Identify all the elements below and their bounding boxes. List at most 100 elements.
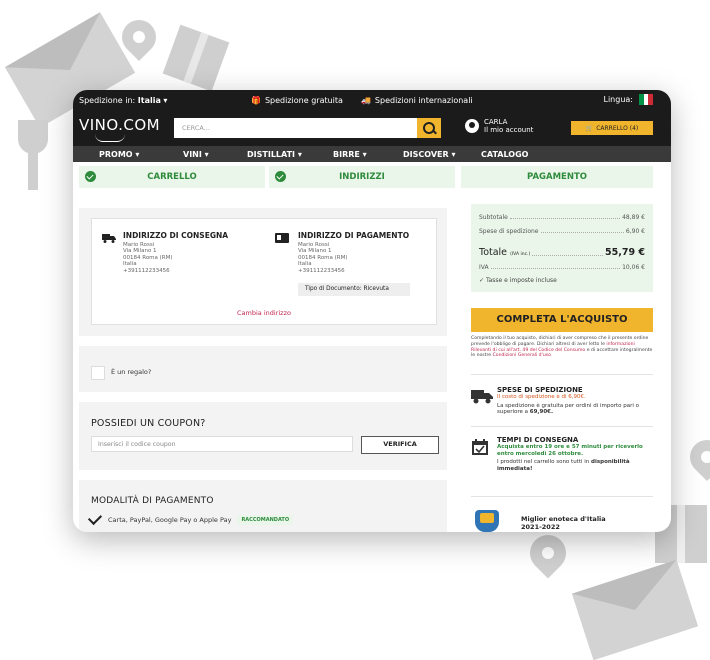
shipping-value: 6,90 €: [625, 228, 645, 235]
chevron-down-icon: ▾: [135, 149, 140, 159]
total-note: (IVA inc.): [510, 252, 531, 257]
billing-address-title: INDIRIZZO DI PAGAMENTO: [298, 231, 410, 240]
gift-checkbox[interactable]: [91, 366, 105, 380]
envelope-decoration: [571, 559, 699, 660]
truck-icon: 🚚: [360, 95, 371, 105]
nav-item-distillati[interactable]: DISTILLATI ▾: [247, 150, 302, 159]
shipping-country-selector[interactable]: Spedizione in: Italia ▾: [79, 96, 167, 105]
chevron-down-icon: ▾: [204, 149, 209, 159]
divider: [471, 374, 653, 375]
vat-value: 10,06 €: [622, 264, 645, 271]
free-shipping-text: La spedizione è gratuita per ordini di i…: [497, 402, 640, 416]
gift-label: È un regalo?: [111, 368, 152, 376]
availability-text: I prodotti nel carrello sono tutti in: [497, 459, 592, 466]
recommended-badge: RACCOMANDATO: [237, 515, 294, 525]
shipping-in-label: Spedizione in:: [79, 95, 136, 105]
search-button[interactable]: [417, 118, 441, 138]
shipping-address: INDIRIZZO DI CONSEGNA Mario Rossi Via Mi…: [123, 231, 228, 274]
change-address-link[interactable]: Cambia indirizzo: [92, 309, 436, 317]
document-type: Tipo di Documento: Ricevuta: [298, 283, 410, 296]
account-name: CARLA: [484, 118, 508, 126]
account-link[interactable]: CARLA Il mio account: [465, 118, 533, 134]
shipping-row: Spese di spedizione 6,90 €: [479, 228, 645, 235]
italy-flag-icon: [639, 94, 654, 105]
order-summary: Subtotale 48,89 € Spese di spedizione 6,…: [471, 204, 653, 292]
cart-label: CARRELLO (4): [596, 124, 639, 132]
browser-window: Spedizione in: Italia ▾ 🎁 Spedizione gra…: [73, 90, 671, 532]
addresses-panel: INDIRIZZO DI CONSEGNA Mario Rossi Via Mi…: [79, 208, 447, 336]
total-value: 55,79 €: [605, 247, 645, 258]
shipping-label: Spese di spedizione: [479, 228, 539, 235]
free-shipping: 🎁 Spedizione gratuita: [251, 96, 343, 105]
location-pin-decoration: [522, 527, 574, 579]
shipping-country: Italia: [137, 95, 161, 105]
gift-panel: È un regalo?: [79, 346, 447, 392]
coupon-panel: POSSIEDI UN COUPON? Inserisci il codice …: [79, 402, 447, 470]
total-row: Totale (IVA inc.) 55,79 €: [479, 247, 645, 258]
verify-coupon-button[interactable]: VERIFICA: [361, 436, 439, 454]
payment-panel: MODALITÀ DI PAGAMENTO Carta, PayPal, Goo…: [79, 480, 447, 532]
id-card-icon: [275, 233, 289, 243]
gift-icon: 🎁: [251, 95, 261, 105]
address-box: INDIRIZZO DI CONSEGNA Mario Rossi Via Mi…: [91, 218, 437, 325]
nav-item-promo[interactable]: PROMO ▾: [99, 150, 139, 159]
shipping-address-title: INDIRIZZO DI CONSEGNA: [123, 231, 229, 240]
main-nav: PROMO ▾ VINI ▾ DISTILLATI ▾ BIRRE ▾ DISC…: [73, 146, 671, 162]
award-year: 2021-2022: [521, 523, 560, 531]
calendar-check-icon: [472, 439, 488, 455]
nav-label: DISCOVER: [403, 149, 449, 159]
package-decoration: [162, 24, 230, 92]
nav-label: VINI: [183, 149, 202, 159]
payment-option-label: Carta, PayPal, Google Pay o Apple Pay: [108, 516, 232, 524]
step-carrello[interactable]: CARRELLO: [79, 166, 265, 188]
nav-item-discover[interactable]: DISCOVER ▾: [403, 150, 455, 159]
coupon-title: POSSIEDI UN COUPON?: [91, 418, 206, 429]
step-indirizzi[interactable]: INDIRIZZI: [269, 166, 455, 188]
award-badge-icon: [475, 510, 499, 532]
top-info-bar: Spedizione in: Italia ▾ 🎁 Spedizione gra…: [73, 90, 671, 110]
free-shipping-amount: 69,90€.: [529, 409, 554, 416]
address-line: +391112233456: [298, 267, 345, 274]
payment-title: MODALITÀ DI PAGAMENTO: [91, 496, 214, 506]
nav-item-catalogo[interactable]: CATALOGO: [481, 150, 528, 159]
complete-purchase-button[interactable]: COMPLETA L'ACQUISTO: [471, 308, 653, 332]
total-label: Totale: [479, 247, 508, 258]
intl-shipping: 🚚 Spedizioni internazionali: [361, 96, 473, 105]
delivery-time-info: TEMPI DI CONSEGNA Acquista entro 19 ore …: [497, 436, 655, 472]
delivery-time-title: TEMPI DI CONSEGNA: [497, 436, 579, 444]
nav-label: PROMO: [99, 149, 133, 159]
award-text: Miglior enoteca d'Italia 2021-2022: [521, 515, 606, 531]
delivery-time-text: Acquista entro 19 ore e 57 minuti per ri…: [497, 444, 643, 457]
cart-button[interactable]: 🛒 CARRELLO (4): [571, 121, 653, 135]
divider: [471, 426, 653, 427]
search-input[interactable]: CERCA...: [174, 118, 417, 138]
user-icon: [465, 119, 479, 133]
site-logo[interactable]: VINO.COM: [79, 116, 160, 134]
terms-link[interactable]: Condizioni Generali d'uso: [493, 353, 551, 358]
nav-item-vini[interactable]: VINI ▾: [183, 150, 209, 159]
chevron-down-icon: ▾: [297, 149, 302, 159]
intl-shipping-label: Spedizioni internazionali: [374, 95, 473, 105]
divider: [471, 496, 653, 497]
location-pin-decoration: [682, 432, 710, 482]
legal-notice: Completando il tuo acquisto, dichiari di…: [471, 336, 653, 359]
checkout-steps: CARRELLO INDIRIZZI PAGAMENTO: [73, 166, 671, 188]
step-pagamento: PAGAMENTO: [461, 166, 653, 188]
subtotal-row: Subtotale 48,89 €: [479, 214, 645, 221]
nav-label: DISTILLATI: [247, 149, 296, 159]
shipping-cost-title: SPESE DI SPEDIZIONE: [497, 386, 583, 394]
subtotal-value: 48,89 €: [622, 214, 645, 221]
nav-label: CATALOGO: [481, 149, 529, 159]
chevron-down-icon: ▾: [451, 149, 456, 159]
taxes-note-label: Tasse e imposte incluse: [485, 277, 557, 284]
language-label: Lingua:: [603, 95, 634, 104]
step-label: INDIRIZZI: [339, 172, 385, 182]
nav-item-birre[interactable]: BIRRE ▾: [333, 150, 367, 159]
step-label: PAGAMENTO: [527, 172, 587, 182]
wine-glass-decoration: [18, 120, 48, 154]
language-selector[interactable]: Lingua:: [604, 94, 654, 105]
coupon-input[interactable]: Inserisci il codice coupon: [91, 436, 353, 452]
payment-option[interactable]: Carta, PayPal, Google Pay o Apple Pay RA…: [87, 510, 294, 526]
taxes-note: ✓ Tasse e imposte incluse: [479, 277, 557, 284]
chevron-down-icon: ▾: [362, 149, 367, 159]
